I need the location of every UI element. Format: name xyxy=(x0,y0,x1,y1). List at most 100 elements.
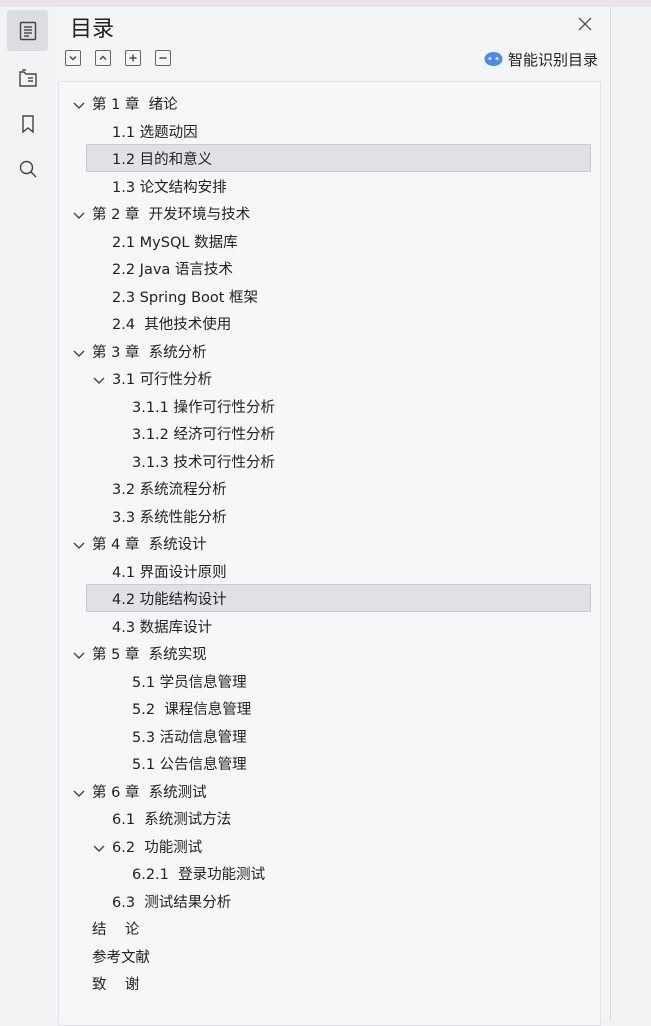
chevron-down-icon[interactable] xyxy=(92,840,106,852)
chevron-down-icon[interactable] xyxy=(72,97,86,109)
toc-entry-label: 3.1.2 经济可行性分析 xyxy=(132,427,276,443)
toc-entry-label: 2.1 MySQL 数据库 xyxy=(112,234,238,251)
toc-entry-label: 6.1 系统测试方法 xyxy=(112,812,232,828)
toc-entry[interactable]: 3.1.2 经济可行性分析 xyxy=(59,419,600,447)
toc-entry[interactable]: 6.2 功能测试 xyxy=(59,832,600,860)
toc-entry-label: 5.1 学员信息管理 xyxy=(132,674,247,691)
toc-tree: 第 1 章 绪论 1.1 选题动因 1.2 目的和意义 1.3 论文结构安排第 2 章… xyxy=(58,81,601,1026)
toc-entry[interactable]: 2.1 MySQL 数据库 xyxy=(59,227,600,255)
toc-entry[interactable]: 5.1 学员信息管理 xyxy=(59,667,600,695)
remove-entry-button[interactable] xyxy=(155,50,171,66)
toc-entry[interactable]: 第 4 章 系统设计 xyxy=(59,529,600,557)
toc-entry-label: 3.1.3 技术可行性分析 xyxy=(132,454,276,471)
toc-entry-label: 第 5 章 系统实现 xyxy=(92,647,207,663)
toc-entry-label: 1.3 论文结构安排 xyxy=(112,179,227,196)
chevron-down-icon[interactable] xyxy=(72,345,86,357)
toc-entry[interactable]: 3.3 系统性能分析 xyxy=(59,502,600,530)
toc-entry-label: 3.3 系统性能分析 xyxy=(112,509,227,526)
collapse-all-icon xyxy=(99,55,107,60)
toc-entry[interactable]: 第 2 章 开发环境与技术 xyxy=(59,199,600,227)
toc-entry[interactable]: 5.1 公告信息管理 xyxy=(59,749,600,777)
sidebar-item-toc[interactable] xyxy=(7,10,48,51)
bookmark-icon xyxy=(21,114,34,133)
toc-entry[interactable]: 致 谢 xyxy=(59,969,600,997)
toc-entry-label: 参考文献 xyxy=(92,949,150,966)
toc-entry[interactable]: 3.1.3 技术可行性分析 xyxy=(59,447,600,475)
toc-entry[interactable]: 第 1 章 绪论 xyxy=(59,89,600,117)
toc-entry-label: 第 1 章 绪论 xyxy=(92,97,178,113)
toc-entry[interactable]: 3.1.1 操作可行性分析 xyxy=(59,392,600,420)
toc-entry[interactable]: 5.2 课程信息管理 xyxy=(59,694,600,722)
toc-entry[interactable]: 2.2 Java 语言技术 xyxy=(59,254,600,282)
sidebar-item-bookmarks[interactable] xyxy=(7,103,48,144)
toc-entry-label: 1.2 目的和意义 xyxy=(112,152,213,168)
toc-entry[interactable]: 6.1 系统测试方法 xyxy=(59,804,600,832)
expand-all-icon xyxy=(69,56,77,61)
toc-entry-label: 3.1.1 操作可行性分析 xyxy=(132,399,276,416)
toc-entry[interactable]: 3.1 可行性分析 xyxy=(59,364,600,392)
toc-entry-label: 1.1 选题动因 xyxy=(112,124,198,141)
search-icon xyxy=(19,160,36,177)
chevron-down-icon[interactable] xyxy=(72,647,86,659)
ai-detect-label: 智能识别目录 xyxy=(508,50,599,69)
attachment-tab-icon xyxy=(18,68,37,87)
toc-entry-label: 6.3 测试结果分析 xyxy=(112,894,232,911)
toc-entry[interactable]: 3.2 系统流程分析 xyxy=(59,474,600,502)
chevron-down-icon[interactable] xyxy=(72,537,86,549)
toc-entry-label: 2.4 其他技术使用 xyxy=(112,317,232,333)
toc-entry[interactable]: 第 5 章 系统实现 xyxy=(59,639,600,667)
toc-entry-label: 第 6 章 系统测试 xyxy=(92,784,207,801)
toc-entry-label: 结 论 xyxy=(92,922,140,938)
document-area-edge xyxy=(610,7,651,1020)
add-entry-icon xyxy=(129,54,137,62)
sidebar-rail xyxy=(0,7,57,1020)
toc-entry[interactable]: 参考文献 xyxy=(59,942,600,970)
toc-entry[interactable]: 第 6 章 系统测试 xyxy=(59,777,600,805)
toc-entry-label: 5.1 公告信息管理 xyxy=(132,757,247,773)
sidebar-item-search[interactable] xyxy=(7,148,48,189)
collapse-all-button[interactable] xyxy=(95,50,111,66)
toc-entry-label: 3.2 系统流程分析 xyxy=(112,482,227,498)
chevron-down-icon[interactable] xyxy=(72,207,86,219)
toc-entry-label: 致 谢 xyxy=(92,977,140,993)
toc-panel: 目录 智能识别目录 第 1 章 绪论 1.1 选题动因 1.2 目的和意义 1.3 论… xyxy=(56,7,611,1026)
toc-icon xyxy=(19,21,36,40)
add-entry-button[interactable] xyxy=(125,50,141,66)
toc-entry-label: 4.2 功能结构设计 xyxy=(112,592,227,608)
toc-entry-label: 5.2 课程信息管理 xyxy=(132,702,252,718)
chevron-down-icon[interactable] xyxy=(72,785,86,797)
toc-entry[interactable]: 2.3 Spring Boot 框架 xyxy=(59,282,600,310)
toc-entry-label: 第 4 章 系统设计 xyxy=(92,537,207,553)
close-button[interactable] xyxy=(576,15,594,33)
toc-list: 第 1 章 绪论 1.1 选题动因 1.2 目的和意义 1.3 论文结构安排第 2 章… xyxy=(59,89,600,997)
toc-entry[interactable]: 1.3 论文结构安排 xyxy=(59,172,600,200)
close-icon xyxy=(578,17,592,31)
panel-title: 目录 xyxy=(70,17,115,42)
toc-entry-label: 3.1 可行性分析 xyxy=(112,372,213,388)
remove-entry-icon xyxy=(159,57,167,59)
toc-entry-label: 4.1 界面设计原则 xyxy=(112,564,227,581)
toc-entry[interactable]: 6.2.1 登录功能测试 xyxy=(59,859,600,887)
toc-entry[interactable]: 4.3 数据库设计 xyxy=(59,612,600,640)
toc-entry[interactable]: 1.1 选题动因 xyxy=(59,117,600,145)
ai-detect-toc-button[interactable]: 智能识别目录 xyxy=(484,48,598,70)
toc-entry-label: 6.2 功能测试 xyxy=(112,839,203,856)
chevron-down-icon[interactable] xyxy=(92,372,106,384)
toc-entry-label: 6.2.1 登录功能测试 xyxy=(132,867,266,883)
toc-entry[interactable]: 5.3 活动信息管理 xyxy=(59,722,600,750)
toc-entry-label: 2.3 Spring Boot 框架 xyxy=(112,289,259,306)
toc-entry-label: 第 2 章 开发环境与技术 xyxy=(92,207,251,223)
toc-entry[interactable]: 4.1 界面设计原则 xyxy=(59,557,600,585)
toc-entry-label: 第 3 章 系统分析 xyxy=(92,344,207,361)
ai-assistant-icon xyxy=(484,52,503,66)
toc-entry[interactable]: 2.4 其他技术使用 xyxy=(59,309,600,337)
toc-entry-label: 4.3 数据库设计 xyxy=(112,619,213,636)
toc-entry[interactable]: 第 3 章 系统分析 xyxy=(59,337,600,365)
toc-entry[interactable]: 4.2 功能结构设计 xyxy=(59,584,600,612)
window-top-strip xyxy=(0,0,651,7)
toc-entry[interactable]: 6.3 测试结果分析 xyxy=(59,887,600,915)
toc-entry[interactable]: 1.2 目的和意义 xyxy=(59,144,600,172)
toc-entry[interactable]: 结 论 xyxy=(59,914,600,942)
sidebar-item-attachments[interactable] xyxy=(7,57,48,98)
expand-all-button[interactable] xyxy=(65,50,81,66)
